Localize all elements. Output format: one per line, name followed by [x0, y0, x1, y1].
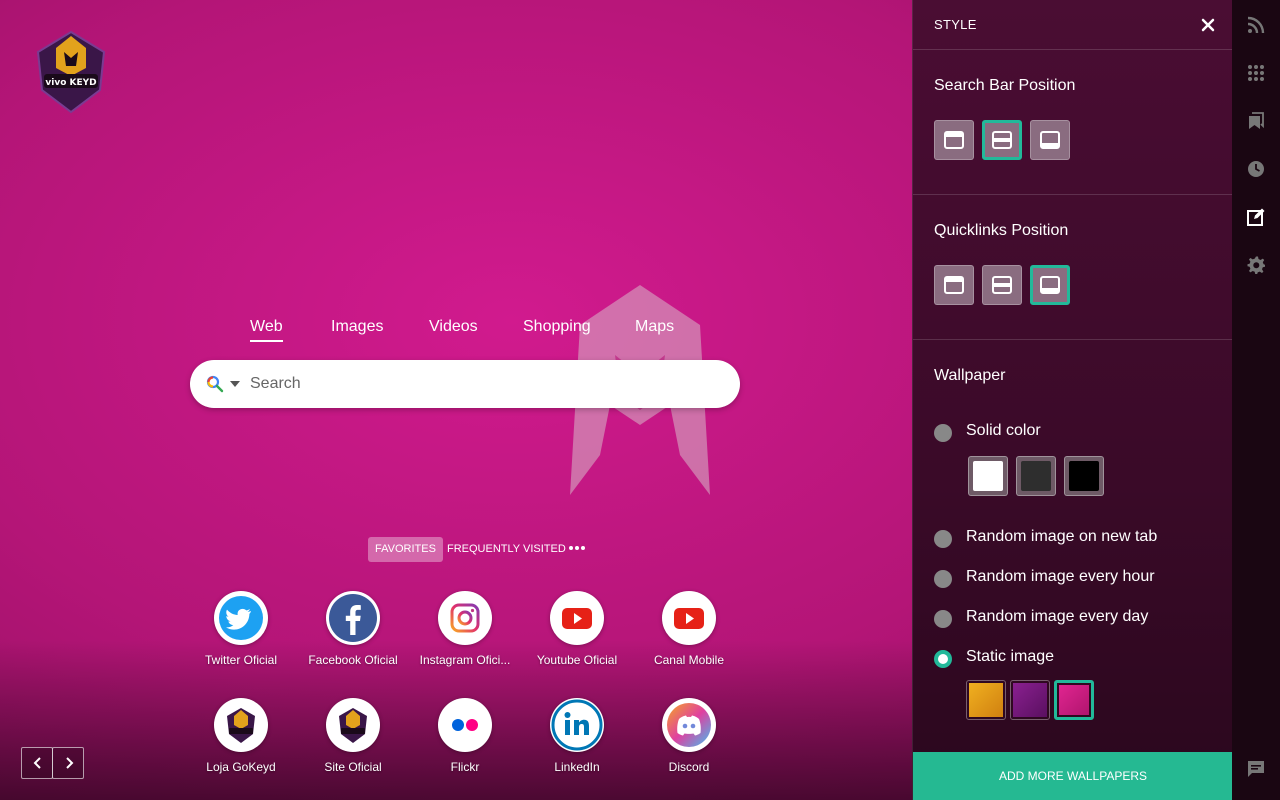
- discord-icon: [662, 698, 716, 752]
- search-engine-icon[interactable]: [206, 375, 224, 393]
- previous-wallpaper-button[interactable]: [21, 747, 53, 779]
- feedback-icon[interactable]: [1247, 760, 1265, 778]
- search-position-bottom-button[interactable]: [1030, 120, 1070, 160]
- static-image-thumb-purple[interactable]: [1010, 680, 1050, 720]
- radio-button[interactable]: [934, 570, 952, 588]
- flickr-icon: [438, 698, 492, 752]
- solid-color-black-swatch[interactable]: [1064, 456, 1104, 496]
- quicklink-label: Flickr: [450, 760, 480, 774]
- quicklink-linkedin[interactable]: LinkedIn: [521, 698, 633, 788]
- search-tab-videos[interactable]: Videos: [429, 318, 478, 336]
- next-wallpaper-button[interactable]: [52, 747, 84, 779]
- rss-icon[interactable]: [1247, 16, 1265, 34]
- right-rail: [1232, 0, 1280, 800]
- vivokeyd-logo[interactable]: vivo KEYD: [34, 30, 108, 114]
- instagram-icon: [438, 591, 492, 645]
- gear-icon[interactable]: [1247, 256, 1265, 274]
- youtube-icon: [550, 591, 604, 645]
- quicklink-label: Canal Mobile: [653, 653, 725, 667]
- static-image-thumb-yellow[interactable]: [966, 680, 1006, 720]
- facebook-icon: [326, 591, 380, 645]
- radio-button[interactable]: [934, 424, 952, 442]
- static-image-thumb-pink[interactable]: [1054, 680, 1094, 720]
- radio-label: Static image: [966, 648, 1055, 665]
- section-title: Search Bar Position: [934, 77, 1076, 94]
- quicklink-flickr[interactable]: Flickr: [409, 698, 521, 788]
- search-tab-shopping[interactable]: Shopping: [523, 318, 591, 336]
- radio-button[interactable]: [934, 530, 952, 548]
- quicklinks-position-section: Quicklinks Position: [913, 195, 1233, 340]
- radio-label: Random image every day: [966, 608, 1149, 625]
- chevron-down-icon[interactable]: [230, 381, 240, 387]
- quicklink-label: Youtube Oficial: [536, 653, 618, 667]
- panel-title: STYLE: [934, 17, 977, 32]
- radio-button[interactable]: [934, 610, 952, 628]
- chevron-right-icon: [66, 757, 74, 769]
- search-bar-position-section: Search Bar Position: [913, 50, 1233, 195]
- quicklink-instagram[interactable]: Instagram Ofici...: [409, 591, 521, 681]
- radio-label: Random image every hour: [966, 568, 1155, 585]
- search-bar: [190, 360, 740, 408]
- search-tab-maps[interactable]: Maps: [635, 318, 674, 336]
- search-tab-images[interactable]: Images: [331, 318, 383, 336]
- layout-middle-icon: [992, 276, 1012, 294]
- style-edit-icon[interactable]: [1247, 208, 1265, 226]
- vivokeyd-logo-icon: [214, 698, 268, 752]
- quicklinks-position-bottom-button[interactable]: [1030, 265, 1070, 305]
- layout-bottom-icon: [1040, 131, 1060, 149]
- search-position-middle-button[interactable]: [982, 120, 1022, 160]
- quicklinks-position-top-button[interactable]: [934, 265, 974, 305]
- quicklink-facebook[interactable]: Facebook Oficial: [297, 591, 409, 681]
- youtube-icon: [662, 591, 716, 645]
- bookmarks-icon[interactable]: [1247, 112, 1265, 130]
- quicklink-loja-gokeyd[interactable]: Loja GoKeyd: [185, 698, 297, 788]
- panel-header: STYLE: [913, 0, 1233, 50]
- radio-label: Random image on new tab: [966, 528, 1158, 545]
- layout-top-icon: [944, 276, 964, 294]
- more-icon[interactable]: [568, 543, 588, 555]
- radio-label: Solid color: [966, 422, 1041, 439]
- search-position-top-button[interactable]: [934, 120, 974, 160]
- quicklink-twitter[interactable]: Twitter Oficial: [185, 591, 297, 681]
- section-title: Quicklinks Position: [934, 222, 1069, 239]
- apps-grid-icon[interactable]: [1247, 64, 1265, 82]
- quicklink-label: Site Oficial: [324, 760, 382, 774]
- close-icon[interactable]: [1199, 16, 1217, 34]
- history-clock-icon[interactable]: [1247, 160, 1265, 178]
- quicklink-youtube[interactable]: Youtube Oficial: [521, 591, 633, 681]
- quicklink-label: Discord: [668, 760, 710, 774]
- logo-text: vivo KEYD: [45, 78, 96, 88]
- tab-frequently-visited[interactable]: FREQUENTLY VISITED: [447, 537, 566, 562]
- linkedin-icon: [550, 698, 604, 752]
- wallpaper-title: Wallpaper: [934, 367, 1006, 384]
- quicklinks-position-middle-button[interactable]: [982, 265, 1022, 305]
- quicklink-label: Loja GoKeyd: [206, 760, 276, 774]
- search-input[interactable]: [250, 372, 720, 396]
- radio-button[interactable]: [934, 650, 952, 668]
- chevron-left-icon: [33, 757, 41, 769]
- quicklink-label: Instagram Ofici...: [419, 653, 511, 667]
- quicklink-discord[interactable]: Discord: [633, 698, 745, 788]
- search-tab-web[interactable]: Web: [250, 318, 283, 342]
- solid-color-white-swatch[interactable]: [968, 456, 1008, 496]
- search-tabs: Web Images Videos Shopping Maps: [190, 318, 740, 344]
- layout-middle-icon: [992, 131, 1012, 149]
- tab-favorites[interactable]: FAVORITES: [368, 537, 443, 562]
- quicklink-canal-mobile[interactable]: Canal Mobile: [633, 591, 745, 681]
- style-panel: STYLE Search Bar Position Quicklinks Pos…: [912, 0, 1233, 800]
- quicklink-label: LinkedIn: [554, 760, 600, 774]
- twitter-icon: [214, 591, 268, 645]
- layout-bottom-icon: [1040, 276, 1060, 294]
- layout-top-icon: [944, 131, 964, 149]
- quicklink-site-oficial[interactable]: Site Oficial: [297, 698, 409, 788]
- quicklink-label: Facebook Oficial: [308, 653, 398, 667]
- add-more-wallpapers-button[interactable]: ADD MORE WALLPAPERS: [913, 752, 1233, 800]
- solid-color-dark-swatch[interactable]: [1016, 456, 1056, 496]
- quicklink-label: Twitter Oficial: [204, 653, 277, 667]
- vivokeyd-logo-icon: [326, 698, 380, 752]
